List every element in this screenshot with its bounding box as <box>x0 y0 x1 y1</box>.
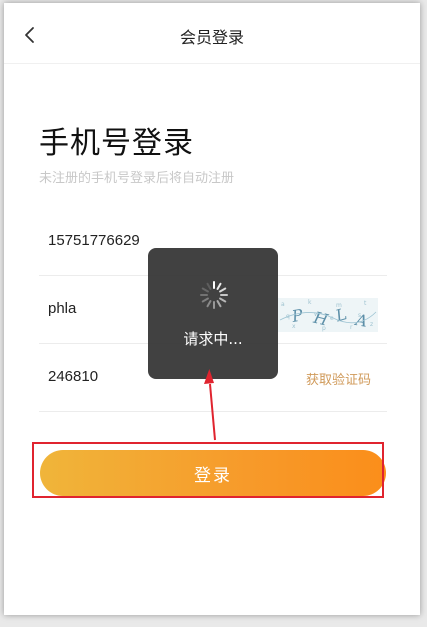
loading-spinner-icon <box>200 281 228 309</box>
get-code-button[interactable]: 获取验证码 <box>306 369 371 388</box>
svg-text:k: k <box>308 299 312 306</box>
svg-text:a: a <box>281 301 285 308</box>
captcha-image[interactable]: axk pmr tzq e sw P H L A <box>278 298 378 332</box>
page-title: 手机号登录 <box>39 126 194 161</box>
page-subtitle: 未注册的手机号登录后将自动注册 <box>39 171 235 186</box>
nav-title: 会员登录 <box>179 28 244 47</box>
annotation-highlight-box <box>32 442 384 498</box>
phone-screen: 会员登录 手机号登录 未注册的手机号登录后将自动注册 axk pmr tzq e… <box>4 3 420 615</box>
svg-text:z: z <box>370 321 373 328</box>
loading-text: 请求中... <box>183 330 243 348</box>
nav-bar: 会员登录 <box>4 3 420 64</box>
loading-toast: 请求中... <box>148 248 278 379</box>
